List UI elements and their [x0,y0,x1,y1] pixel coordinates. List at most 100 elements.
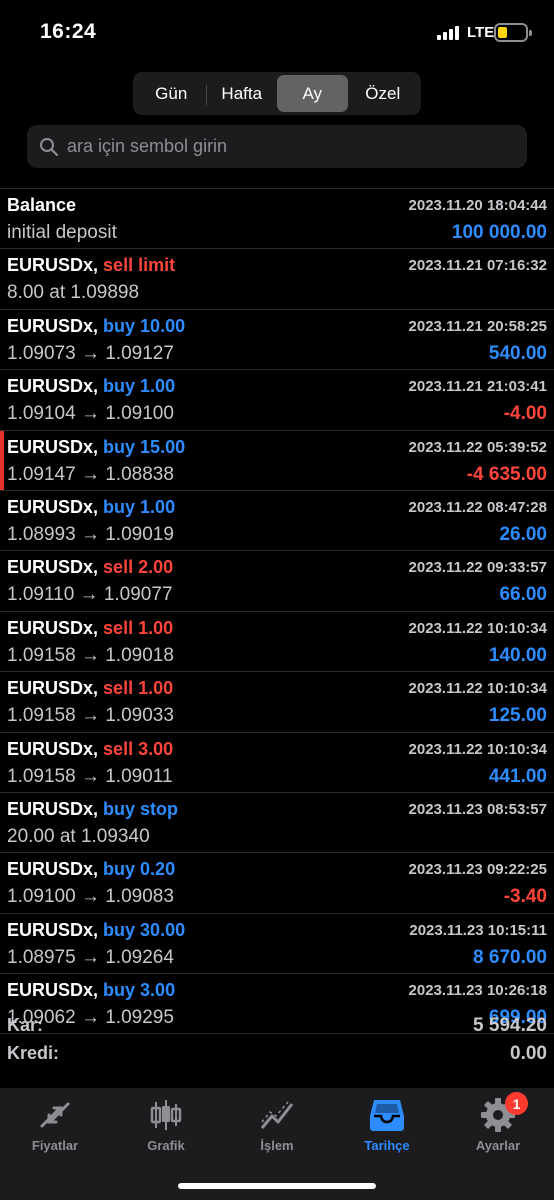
deal-symbol: EURUSDx, buy 3.00 [7,980,175,1001]
period-week[interactable]: Hafta [207,75,278,112]
deal-row[interactable]: EURUSDx, buy 10.00 2023.11.21 20:58:25 1.0… [0,310,554,371]
period-segmented-control: Gün Hafta Ay Özel [133,72,421,115]
deal-profit: -4.00 [503,403,547,425]
period-custom[interactable]: Özel [348,75,419,112]
deal-row[interactable]: EURUSDx, buy 30.00 2023.11.23 10:15:11 1.0… [0,914,554,975]
deal-side: sell limit [103,255,176,276]
deal-row[interactable]: EURUSDx, sell 3.00 2023.11.22 10:10:34 1.0… [0,733,554,793]
deal-profit: 8 670.00 [473,946,547,968]
deal-time: 2023.11.22 09:33:57 [408,559,547,577]
tab-trade[interactable]: İşlem [222,1096,332,1156]
deal-symbol-name: EURUSDx, [7,738,99,759]
deal-side: buy 3.00 [103,980,176,1001]
deal-side: sell 1.00 [103,617,174,638]
deal-time: 2023.11.23 08:53:57 [408,800,547,818]
deal-time: 2023.11.21 20:58:25 [408,317,547,335]
tab-chart-label: Grafik [147,1138,185,1153]
deal-side: buy 10.00 [103,315,186,336]
deal-prices: initial deposit [7,222,117,243]
deal-symbol: EURUSDx, buy 10.00 [7,316,185,337]
period-month[interactable]: Ay [277,75,348,112]
deal-time: 2023.11.22 10:10:34 [408,619,547,637]
tab-quotes[interactable]: Fiyatlar [0,1096,110,1156]
deal-time: 2023.11.23 09:22:25 [408,861,547,879]
tab-quotes-label: Fiyatlar [31,1138,79,1153]
deal-symbol-name: EURUSDx, [7,798,99,819]
deal-side: buy 30.00 [103,919,186,940]
deal-prices: 1.09158 → 1.09033 [7,705,174,727]
deal-prices: 1.09158 → 1.09011 [7,765,173,787]
deal-profit: 100 000.00 [451,222,547,243]
deal-symbol: EURUSDx, buy 15.00 [7,437,185,458]
deal-time: 2023.11.22 10:10:34 [408,680,547,698]
tab-settings[interactable]: 1 Ayarlar [443,1092,553,1156]
deal-side: buy 1.00 [103,376,176,397]
deal-row[interactable]: EURUSDx, buy 1.00 2023.11.22 08:47:28 1.08… [0,491,554,552]
deal-symbol: EURUSDx, buy 1.00 [7,497,175,518]
tab-history[interactable]: Tarihçe [332,1096,442,1156]
trade-line-chart-icon [260,1101,294,1129]
deal-symbol-name: EURUSDx, [7,617,99,638]
deal-side: buy stop [103,798,179,819]
deal-profit: -3.40 [503,886,547,908]
deal-row[interactable]: EURUSDx, sell 1.00 2023.11.22 10:10:34 1.0… [0,672,554,733]
deal-row[interactable]: EURUSDx, sell 1.00 2023.11.22 10:10:34 1.0… [0,612,554,673]
deal-row[interactable]: EURUSDx, sell limit 2023.11.21 07:16:32 8.… [0,249,554,310]
deal-time: 2023.11.22 05:39:52 [408,438,547,456]
deal-row[interactable]: EURUSDx, buy 1.00 2023.11.21 21:03:41 1.09… [0,370,554,431]
deal-symbol-name: EURUSDx, [7,557,99,578]
deal-row[interactable]: EURUSDx, buy 0.20 2023.11.23 09:22:25 1.09… [0,853,554,914]
deal-symbol: EURUSDx, buy 30.00 [7,920,185,941]
deal-side: sell 3.00 [103,738,174,759]
deal-time: 2023.11.21 21:03:41 [408,378,547,396]
quotes-arrows-icon [40,1102,70,1128]
summary-credit-row: Kredi: 0.00 [0,1040,554,1068]
deal-symbol-name: EURUSDx, [7,859,99,880]
candlestick-chart-icon [150,1100,182,1130]
search-placeholder: ara için sembol girin [67,136,228,156]
tab-chart[interactable]: Grafik [111,1096,221,1156]
deal-row[interactable]: Balance 2023.11.20 18:04:44 initial depos… [0,189,554,250]
deal-time: 2023.11.20 18:04:44 [408,197,547,214]
deal-row[interactable]: EURUSDx, buy stop 2023.11.23 08:53:57 20.0… [0,793,554,854]
deal-symbol-name: EURUSDx, [7,436,99,457]
deal-time: 2023.11.22 08:47:28 [408,498,547,516]
deal-prices: 1.09073 → 1.09127 [7,342,174,364]
deal-prices: 1.08993 → 1.09019 [7,523,174,545]
deal-profit: -4 635.00 [466,463,547,485]
deal-prices: 1.09110 → 1.09077 [7,584,173,606]
summary-profit-label: Kar: [7,1015,44,1035]
deal-side: sell 2.00 [103,557,174,578]
deal-profit: 26.00 [499,523,547,545]
deal-symbol: EURUSDx, sell 2.00 [7,557,173,578]
deal-row[interactable]: EURUSDx, sell 2.00 2023.11.22 09:33:57 1.0… [0,551,554,612]
deal-symbol: EURUSDx, sell 3.00 [7,739,173,760]
battery-icon [494,23,532,42]
deal-symbol-name: Balance [7,195,77,215]
deal-symbol: EURUSDx, sell 1.00 [7,678,173,699]
history-summary: Kar: 5 594.20 Kredi: 0.00 [0,1012,554,1090]
status-time: 16:24 [40,20,97,43]
deal-symbol-name: EURUSDx, [7,678,99,699]
deal-symbol: EURUSDx, sell limit [7,255,175,276]
period-day[interactable]: Gün [136,75,207,112]
deal-symbol-name: EURUSDx, [7,980,99,1001]
deal-time: 2023.11.22 10:10:34 [408,740,547,758]
deal-prices: 1.09158 → 1.09018 [7,644,174,666]
deal-symbol: EURUSDx, sell 1.00 [7,618,173,639]
deal-symbol-name: EURUSDx, [7,496,99,517]
deal-row[interactable]: EURUSDx, buy 15.00 2023.11.22 05:39:52 1.0… [0,430,554,491]
deal-time: 2023.11.23 10:26:18 [408,982,547,1000]
deal-symbol: EURUSDx, buy 0.20 [7,859,175,880]
deal-profit: 66.00 [499,584,547,606]
summary-profit-row: Kar: 5 594.20 [0,1012,554,1040]
deal-prices: 1.09100 → 1.09083 [7,886,174,908]
deal-symbol-name: EURUSDx, [7,376,99,397]
tab-settings-label: Ayarlar [475,1138,521,1153]
symbol-search-input[interactable]: ara için sembol girin [27,125,527,168]
deal-prices: 20.00 at 1.09340 [7,825,150,847]
summary-credit-value: 0.00 [510,1043,547,1064]
deal-profit: 441.00 [488,765,547,787]
deal-side: buy 0.20 [103,859,176,880]
deal-symbol: EURUSDx, buy 1.00 [7,376,175,397]
